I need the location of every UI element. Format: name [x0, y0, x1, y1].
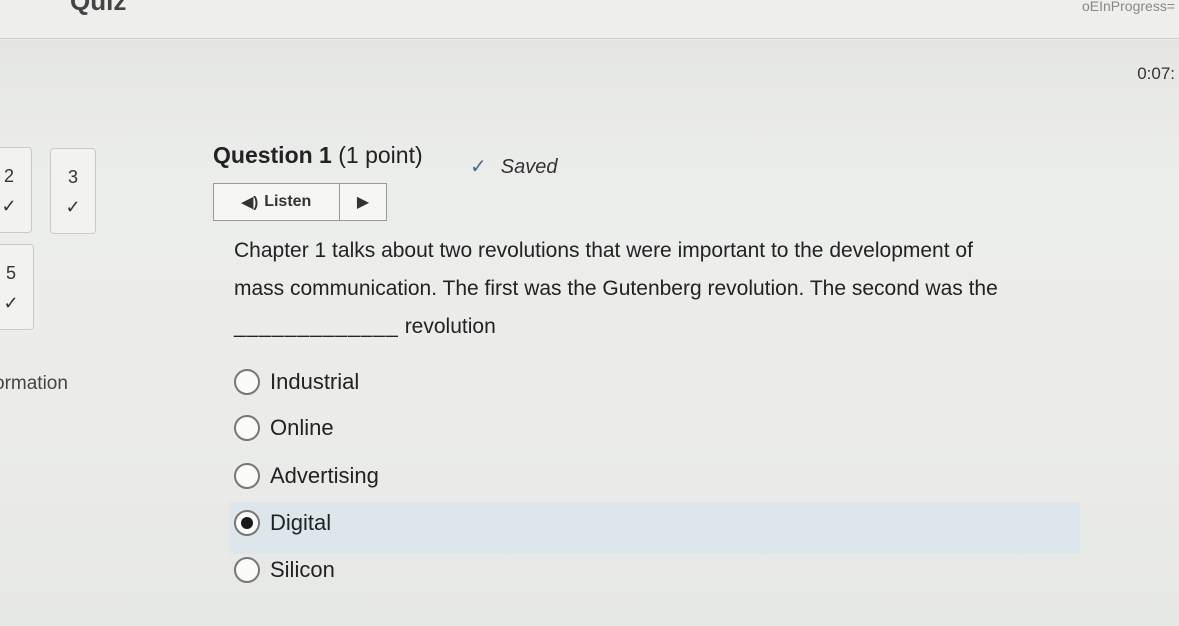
listen-control: ◀) Listen ▶ [213, 183, 387, 221]
radio-button[interactable] [234, 415, 260, 441]
question-nav-tile-5[interactable]: 5 ✓ [0, 244, 34, 330]
question-text-line: mass communication. The first was the Gu… [234, 277, 998, 300]
listen-label: Listen [264, 193, 312, 210]
question-text-line: Chapter 1 talks about two revolutions th… [234, 239, 973, 262]
selected-option-highlight [230, 502, 1080, 554]
question-text-end: revolution [404, 315, 496, 338]
question-points: (1 point) [338, 142, 423, 168]
divider [0, 38, 1179, 39]
option-online[interactable]: Online [234, 408, 334, 448]
nav-tile-number: 3 [67, 167, 78, 187]
option-silicon[interactable]: Silicon [234, 550, 335, 590]
quiz-screen: Quiz oEInProgress= 0:07: 2 ✓ 3 ✓ 5 ✓ orm… [0, 0, 1179, 626]
nav-tile-number: 2 [3, 166, 14, 186]
check-icon: ✓ [3, 293, 19, 313]
option-label: Digital [270, 510, 332, 535]
radio-button[interactable] [234, 557, 260, 583]
option-label: Industrial [270, 369, 360, 394]
question-nav-tile-2[interactable]: 2 ✓ [0, 147, 32, 233]
question-nav-tile-3[interactable]: 3 ✓ [50, 148, 96, 234]
speaker-icon: ◀) [241, 194, 259, 211]
saved-status: ✓ Saved [470, 154, 557, 179]
option-label: Advertising [270, 463, 379, 488]
option-industrial[interactable]: Industrial [234, 362, 359, 402]
check-icon: ✓ [65, 197, 81, 217]
side-link-information[interactable]: ormation [0, 373, 68, 395]
option-advertising[interactable]: Advertising [234, 456, 379, 496]
quiz-timer: 0:07: [1137, 64, 1175, 83]
url-fragment: oEInProgress= [1082, 0, 1175, 14]
check-icon: ✓ [1, 196, 17, 216]
radio-button-selected[interactable] [234, 510, 260, 536]
question-title: Question 1 [213, 142, 332, 168]
answer-blank: _____________ [234, 315, 399, 338]
question-text: Chapter 1 talks about two revolutions th… [234, 232, 1074, 346]
radio-button[interactable] [234, 369, 260, 395]
check-icon: ✓ [470, 156, 487, 178]
top-bar [0, 0, 1179, 40]
listen-button[interactable]: ◀) Listen [214, 184, 340, 220]
option-label: Online [270, 415, 334, 440]
saved-label: Saved [500, 156, 558, 178]
play-icon[interactable]: ▶ [340, 192, 386, 212]
radio-button[interactable] [234, 463, 260, 489]
option-label: Silicon [270, 557, 335, 582]
question-header: Question 1 (1 point) [213, 142, 423, 169]
option-digital[interactable]: Digital [234, 503, 331, 543]
quiz-title: Quiz [70, 0, 127, 16]
nav-tile-number: 5 [5, 263, 16, 283]
question-text-line: _____________ revolution [234, 308, 1074, 346]
